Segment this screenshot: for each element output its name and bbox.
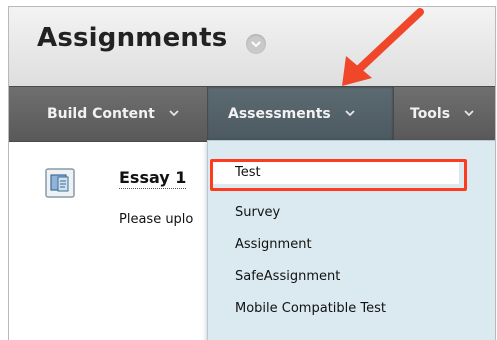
toolbar-assessments-label: Assessments — [228, 106, 331, 122]
chevron-down-icon — [169, 110, 179, 117]
arrow-icon — [342, 8, 424, 86]
menu-item-assignment[interactable]: Assignment — [235, 237, 312, 252]
page-title: Assignments — [37, 23, 228, 53]
toolbar-tools-label: Tools — [410, 106, 451, 122]
toolbar-build-content-button[interactable]: Build Content — [47, 87, 179, 141]
menu-item-safeassignment[interactable]: SafeAssignment — [235, 269, 340, 284]
toolbar-divider — [207, 87, 208, 141]
callout-highlight-box — [210, 159, 467, 191]
title-menu-chevron-icon[interactable] — [246, 34, 266, 54]
chevron-down-icon — [344, 110, 355, 117]
chevron-down-icon — [464, 110, 474, 117]
document-icon — [45, 168, 75, 198]
toolbar-build-content-label: Build Content — [47, 106, 155, 122]
menu-item-survey[interactable]: Survey — [235, 205, 280, 220]
menu-item-mobile-compatible-test[interactable]: Mobile Compatible Test — [235, 301, 386, 316]
content-item-description: Please uplo — [119, 212, 194, 227]
assessments-dropdown-menu: Test Survey Assignment SafeAssignment Mo… — [207, 140, 495, 340]
content-item-title-link[interactable]: Essay 1 — [119, 168, 187, 189]
